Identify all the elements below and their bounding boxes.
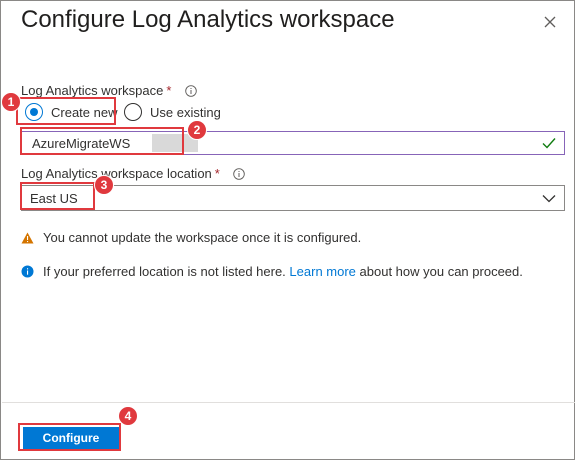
workspace-label-row: Log Analytics workspace * xyxy=(21,83,197,98)
configure-button[interactable]: Configure xyxy=(23,427,119,449)
radio-selected-icon[interactable] xyxy=(25,103,43,121)
step-badge-1: 1 xyxy=(1,92,21,112)
step-badge-3: 3 xyxy=(94,175,114,195)
create-new-radio[interactable]: Create new xyxy=(25,101,117,123)
info-icon[interactable] xyxy=(233,168,246,180)
close-icon[interactable] xyxy=(539,11,561,33)
info-text: If your preferred location is not listed… xyxy=(43,264,523,279)
footer-divider xyxy=(2,402,575,403)
create-new-label: Create new xyxy=(51,104,118,120)
dialog-title: Configure Log Analytics workspace xyxy=(21,6,395,33)
info-circle-icon xyxy=(21,265,34,278)
location-label: Log Analytics workspace location xyxy=(21,166,212,181)
warning-message: You cannot update the workspace once it … xyxy=(21,230,361,245)
use-existing-radio[interactable]: Use existing xyxy=(124,101,221,123)
checkmark-icon xyxy=(542,138,556,149)
use-existing-label: Use existing xyxy=(150,104,221,120)
info-icon[interactable] xyxy=(185,85,197,97)
info-message: If your preferred location is not listed… xyxy=(21,264,523,279)
location-label-row: Log Analytics workspace location * xyxy=(21,166,246,181)
workspace-name-input[interactable]: AzureMigrateWS xyxy=(21,131,565,155)
info-prefix: If your preferred location is not listed… xyxy=(43,264,286,279)
required-mark: * xyxy=(166,83,172,98)
info-suffix: about how you can proceed. xyxy=(359,264,523,279)
workspace-label: Log Analytics workspace xyxy=(21,83,164,98)
radio-unselected-icon[interactable] xyxy=(124,103,142,121)
warning-text: You cannot update the workspace once it … xyxy=(43,230,362,245)
location-selected-value: East US xyxy=(30,191,78,206)
configure-workspace-dialog: Configure Log Analytics workspace Log An… xyxy=(0,0,575,460)
required-mark: * xyxy=(214,166,220,181)
step-badge-4: 4 xyxy=(118,406,138,426)
learn-more-link[interactable]: Learn more xyxy=(289,264,355,279)
chevron-down-icon[interactable] xyxy=(542,194,556,203)
warning-icon xyxy=(21,232,34,243)
workspace-name-value[interactable]: AzureMigrateWS xyxy=(32,136,130,151)
step-badge-2: 2 xyxy=(187,120,207,140)
